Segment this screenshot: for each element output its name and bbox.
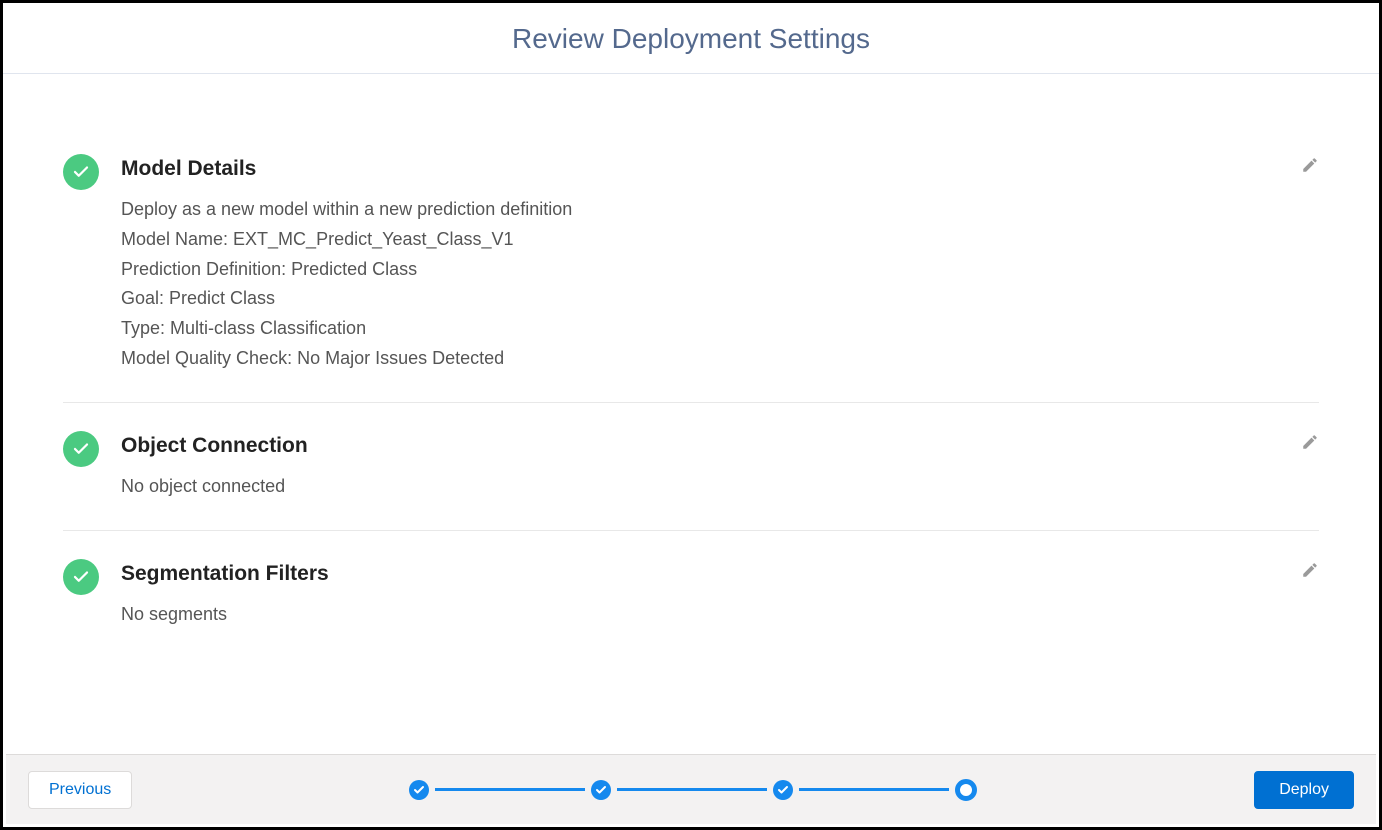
section-heading-model-details: Model Details — [121, 154, 1319, 183]
pencil-icon[interactable] — [1301, 433, 1319, 456]
section-heading-segmentation-filters: Segmentation Filters — [121, 559, 1319, 588]
model-details-line: Deploy as a new model within a new predi… — [121, 195, 1319, 225]
model-details-line: Prediction Definition: Predicted Class — [121, 255, 1319, 285]
pencil-icon[interactable] — [1301, 156, 1319, 179]
pencil-icon[interactable] — [1301, 561, 1319, 584]
section-model-details: Model Details Deploy as a new model with… — [63, 154, 1319, 403]
model-details-line: Type: Multi-class Classification — [121, 314, 1319, 344]
check-icon — [63, 431, 99, 467]
section-object-connection: Object Connection No object connected — [63, 431, 1319, 531]
deploy-button[interactable]: Deploy — [1254, 771, 1354, 809]
section-body: Segmentation Filters No segments — [121, 559, 1319, 630]
section-body: Object Connection No object connected — [121, 431, 1319, 502]
step-connector — [435, 788, 585, 791]
check-icon — [63, 559, 99, 595]
step-connector — [799, 788, 949, 791]
step-complete-icon[interactable] — [409, 780, 429, 800]
section-body: Model Details Deploy as a new model with… — [121, 154, 1319, 374]
previous-button[interactable]: Previous — [28, 771, 132, 809]
model-details-line: Model Quality Check: No Major Issues Det… — [121, 344, 1319, 374]
review-sections: Model Details Deploy as a new model with… — [3, 74, 1379, 706]
check-icon — [63, 154, 99, 190]
object-connection-line: No object connected — [121, 472, 1319, 502]
step-connector — [617, 788, 767, 791]
step-current-icon[interactable] — [955, 779, 977, 801]
wizard-footer: Previous Deploy — [6, 754, 1376, 824]
step-complete-icon[interactable] — [773, 780, 793, 800]
model-details-line: Goal: Predict Class — [121, 284, 1319, 314]
segmentation-filters-line: No segments — [121, 600, 1319, 630]
section-heading-object-connection: Object Connection — [121, 431, 1319, 460]
progress-stepper — [409, 779, 977, 801]
step-complete-icon[interactable] — [591, 780, 611, 800]
section-segmentation-filters: Segmentation Filters No segments — [63, 559, 1319, 658]
page-title: Review Deployment Settings — [3, 3, 1379, 74]
model-details-line: Model Name: EXT_MC_Predict_Yeast_Class_V… — [121, 225, 1319, 255]
